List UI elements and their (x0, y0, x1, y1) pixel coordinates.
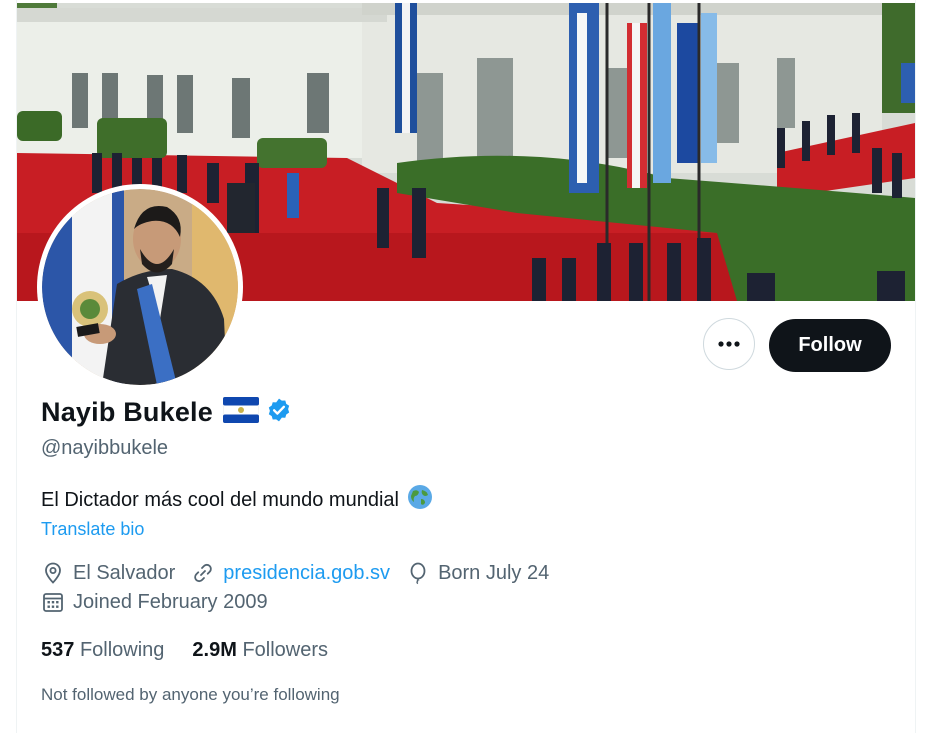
location-text: El Salvador (73, 561, 176, 584)
birthday-text: Born July 24 (438, 561, 550, 584)
following-count-link[interactable]: 537 Following (41, 639, 164, 662)
profile-page: Follow Nayib Bukele @nayibbukele El Dict… (16, 0, 916, 733)
follow-counts: 537 Following 2.9M Followers (41, 639, 356, 662)
bio-text: El Dictador más cool del mundo mundial (41, 488, 399, 511)
joined-item: Joined February 2009 (41, 590, 268, 614)
followers-label: Followers (242, 639, 329, 661)
link-icon (194, 563, 213, 583)
followers-count-link[interactable]: 2.9M Followers (192, 639, 328, 662)
profile-joined-row: Joined February 2009 (41, 590, 284, 614)
follow-button[interactable]: Follow (769, 319, 891, 372)
birthday-item: Born July 24 (406, 561, 549, 585)
el-salvador-flag-emoji (222, 396, 260, 428)
website-link[interactable]: presidencia.gob.sv (223, 562, 390, 585)
profile-avatar[interactable] (37, 184, 243, 390)
display-name: Nayib Bukele (41, 397, 213, 427)
globe-emoji (407, 484, 433, 516)
translate-bio-link[interactable]: Translate bio (41, 519, 144, 540)
location-pin-icon (45, 562, 61, 584)
balloon-icon (410, 562, 426, 585)
location-item: El Salvador (41, 561, 175, 585)
verified-badge-icon[interactable] (266, 397, 292, 428)
more-horizontal-icon (718, 341, 740, 347)
profile-bio: El Dictador más cool del mundo mundial (41, 484, 433, 516)
avatar-photo (42, 189, 238, 385)
profile-name-row: Nayib Bukele (41, 396, 292, 428)
following-count: 537 (41, 639, 75, 661)
following-label: Following (79, 639, 165, 661)
profile-meta-row: El Salvador presidencia.gob.sv Born July… (41, 561, 565, 585)
more-options-button[interactable] (703, 318, 755, 370)
followers-count: 2.9M (192, 639, 237, 661)
followers-you-know-note: Not followed by anyone you’re following (41, 685, 340, 704)
website-item: presidencia.gob.sv (191, 561, 390, 585)
profile-handle: @nayibbukele (41, 437, 169, 459)
joined-text: Joined February 2009 (73, 590, 268, 613)
calendar-icon (43, 593, 63, 612)
